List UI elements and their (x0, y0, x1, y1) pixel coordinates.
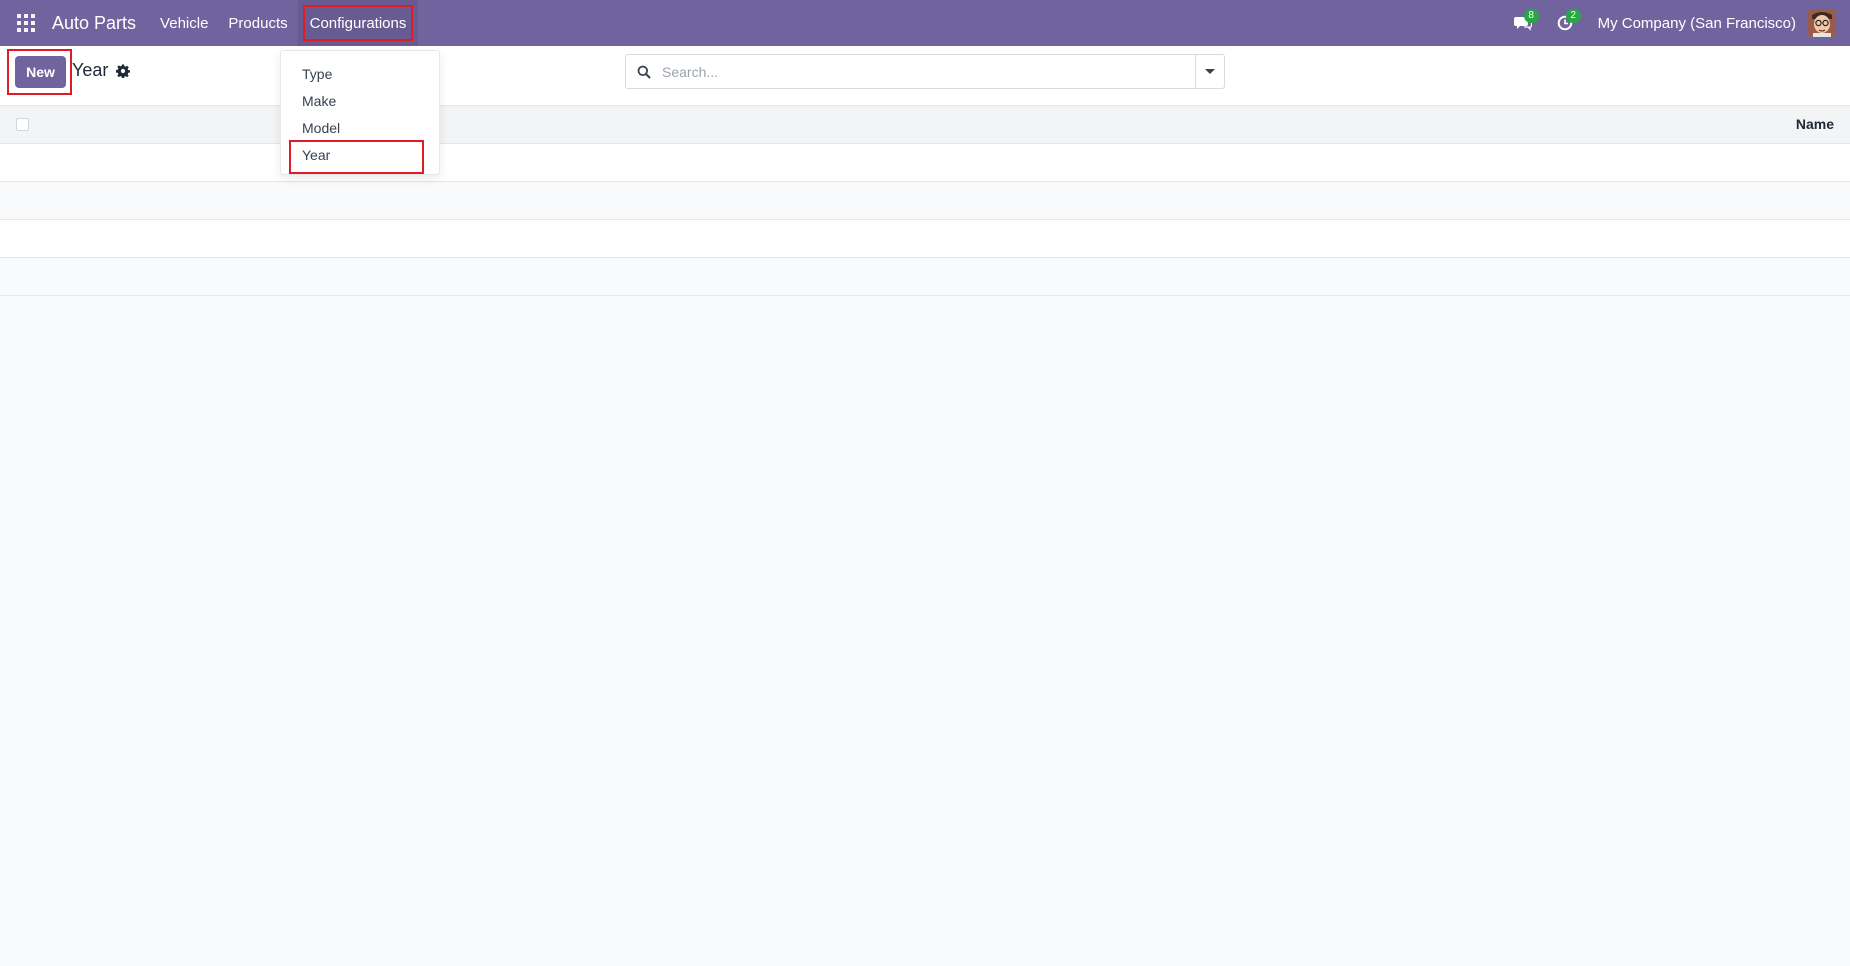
configurations-dropdown: Type Make Model Year (280, 50, 440, 175)
control-panel: New Year (0, 46, 1850, 106)
app-brand[interactable]: Auto Parts (52, 13, 136, 34)
caret-down-icon (1205, 69, 1215, 74)
dropdown-item-make[interactable]: Make (281, 87, 439, 114)
company-switcher[interactable]: My Company (San Francisco) (1598, 15, 1796, 32)
messages-count-badge: 8 (1523, 9, 1539, 23)
search-bar (625, 54, 1225, 89)
dropdown-item-type[interactable]: Type (281, 60, 439, 87)
select-all-checkbox[interactable] (16, 118, 29, 131)
breadcrumb: Year (72, 60, 131, 81)
dropdown-item-year[interactable]: Year (281, 140, 439, 174)
list-header: Name (0, 106, 1850, 144)
top-navbar: Auto Parts Vehicle Products Configuratio… (0, 0, 1850, 46)
menu-configurations[interactable]: Configurations (297, 0, 419, 46)
menu-products[interactable]: Products (218, 0, 297, 46)
column-header-name[interactable]: Name (1796, 116, 1834, 132)
table-row (0, 144, 1850, 182)
activities-button[interactable]: 2 (1544, 0, 1586, 46)
page-title: Year (72, 60, 109, 80)
new-button[interactable]: New (15, 56, 66, 88)
apps-menu-icon[interactable] (0, 0, 52, 46)
new-button-highlight: New (7, 49, 72, 95)
messages-button[interactable]: 8 (1502, 0, 1544, 46)
gear-icon[interactable] (116, 63, 131, 78)
activities-count-badge: 2 (1565, 9, 1581, 23)
search-input[interactable] (662, 55, 1195, 88)
table-row (0, 220, 1850, 258)
user-avatar[interactable] (1808, 9, 1836, 37)
menu-vehicle[interactable]: Vehicle (150, 0, 218, 46)
table-row (0, 258, 1850, 296)
search-options-toggle[interactable] (1195, 55, 1224, 88)
table-row (0, 182, 1850, 220)
search-icon (626, 55, 662, 88)
dropdown-item-model[interactable]: Model (281, 114, 439, 141)
list-view: Name (0, 106, 1850, 296)
